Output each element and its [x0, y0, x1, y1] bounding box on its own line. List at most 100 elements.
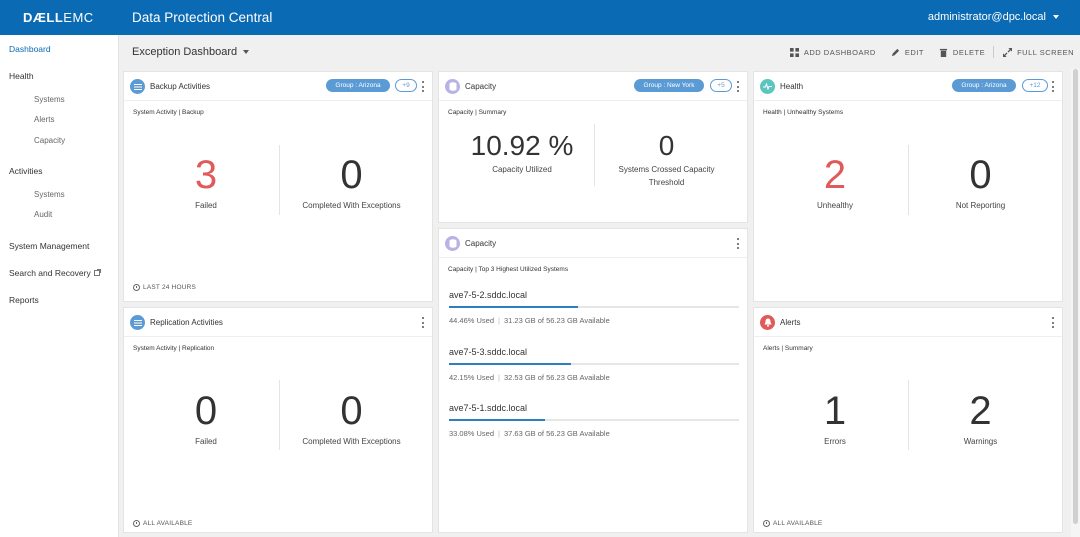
divider — [279, 145, 280, 215]
add-dashboard-button[interactable]: ADD DASHBOARD — [789, 47, 876, 57]
card-header: Replication Activities — [124, 308, 432, 337]
kebab-menu-icon[interactable] — [1051, 317, 1055, 328]
sidebar-item-activities-audit[interactable]: Audit — [34, 210, 52, 219]
delete-label: DELETE — [952, 47, 986, 57]
capacity-utilized-metric: 10.92 % Capacity Utilized — [457, 132, 587, 175]
metric-value: 0 — [658, 130, 675, 161]
pencil-icon — [891, 48, 899, 56]
card-subtitle: Health | Unhealthy Systems — [763, 109, 844, 116]
card-title: Capacity — [465, 82, 497, 91]
divider — [908, 380, 909, 450]
group-filter-pill[interactable]: Group : New York — [634, 79, 704, 92]
usage-bar-fill — [449, 363, 572, 365]
sidebar-item-system-management[interactable]: System Management — [9, 241, 89, 251]
list-item[interactable]: ave7-5-2.sddc.local 44.46% Used | 31.23 GB… — [449, 290, 739, 325]
more-groups-pill[interactable]: +12 — [1022, 79, 1048, 92]
system-name: ave7-5-1.sddc.local — [449, 403, 528, 413]
more-groups-pill[interactable]: +9 — [395, 79, 417, 92]
kebab-menu-icon[interactable] — [1051, 81, 1055, 92]
available-space: 37.63 GB of 56.23 GB Available — [503, 429, 610, 438]
system-name: ave7-5-3.sddc.local — [449, 347, 528, 357]
sidebar-item-reports[interactable]: Reports — [9, 295, 39, 305]
edit-button[interactable]: EDIT — [891, 48, 924, 57]
metric-label-line2: Threshold — [648, 178, 685, 187]
kebab-menu-icon[interactable] — [736, 81, 740, 92]
unhealthy-metric: 2 Unhealthy — [785, 155, 885, 210]
time-range: ALL AVAILABLE — [133, 520, 192, 527]
usage-bar — [449, 419, 739, 421]
sidebar-item-health-capacity[interactable]: Capacity — [34, 136, 65, 145]
card-header: Capacity Group : New York +5 — [439, 72, 747, 101]
sidebar-item-search-recovery[interactable]: Search and Recovery — [9, 268, 101, 278]
capacity-summary-card: Capacity Group : New York +5 Capacity | … — [438, 71, 748, 223]
metric-label: Warnings — [963, 437, 998, 446]
more-groups-pill[interactable]: +5 — [710, 79, 732, 92]
threshold-metric: 0 Systems Crossed Capacity Threshold — [604, 130, 729, 188]
metric-label: Errors — [824, 437, 846, 446]
sidebar-item-label: Search and Recovery — [9, 268, 91, 278]
database-icon — [445, 236, 460, 251]
delete-button[interactable]: DELETE — [939, 48, 985, 57]
kebab-menu-icon[interactable] — [736, 238, 740, 249]
sidebar-item-activities[interactable]: Activities — [9, 166, 43, 176]
card-header: Backup Activities Group : Arizona +9 — [124, 72, 432, 101]
kebab-menu-icon[interactable] — [421, 317, 425, 328]
full-screen-button[interactable]: FULL SCREEN — [1003, 47, 1074, 57]
dashboard-selector[interactable]: Exception Dashboard — [132, 46, 250, 58]
user-menu[interactable]: administrator@dpc.local — [928, 11, 1059, 23]
usage-bar — [449, 306, 739, 308]
errors-metric: 1 Errors — [785, 391, 885, 446]
list-item[interactable]: ave7-5-3.sddc.local 42.15% Used | 32.53 GB… — [449, 347, 739, 382]
metric-label: Completed With Exceptions — [302, 201, 401, 210]
alerts-card: Alerts Alerts | Summary 1 Errors 2 Warni… — [753, 307, 1063, 533]
clock-icon — [133, 520, 140, 527]
metric-value: 2 — [969, 389, 992, 433]
metric-label: Unhealthy — [816, 201, 854, 210]
replication-activities-card: Replication Activities System Activity |… — [123, 307, 433, 533]
usage-details: 33.08% Used | 37.63 GB of 56.23 GB Availab… — [449, 429, 610, 438]
dashboard-header: Exception Dashboard ADD DASHBOARD EDIT D… — [119, 35, 1080, 69]
sidebar-item-health[interactable]: Health — [9, 71, 34, 81]
external-link-icon — [93, 269, 101, 276]
divider — [908, 145, 909, 215]
metric-value: 0 — [969, 153, 992, 197]
group-filter-pill[interactable]: Group : Arizona — [326, 79, 390, 92]
capacity-top-systems-card: Capacity Capacity | Top 3 Highest Utiliz… — [438, 228, 748, 533]
time-range-label: LAST 24 HOURS — [143, 284, 197, 291]
metric-label: Capacity Utilized — [492, 165, 552, 174]
scrollbar-thumb[interactable] — [1073, 69, 1078, 524]
database-icon — [445, 79, 460, 94]
card-subtitle: Capacity | Top 3 Highest Utilized System… — [448, 266, 569, 273]
expand-icon — [1003, 47, 1013, 57]
available-space: 32.53 GB of 56.23 GB Available — [503, 373, 610, 382]
metric-value: 0 — [340, 389, 363, 433]
metric-value: 0 — [340, 153, 363, 197]
sidebar-item-health-systems[interactable]: Systems — [34, 95, 65, 104]
sidebar-item-activities-systems[interactable]: Systems — [34, 190, 65, 199]
usage-details: 42.15% Used | 32.53 GB of 56.23 GB Availab… — [449, 373, 610, 382]
bell-icon — [760, 315, 775, 330]
usage-bar-fill — [449, 419, 545, 421]
used-percent: 44.46% Used — [449, 316, 495, 325]
card-title: Backup Activities — [150, 82, 211, 91]
group-filter-pill[interactable]: Group : Arizona — [952, 79, 1016, 92]
page-title: Exception Dashboard — [132, 46, 238, 58]
card-subtitle: Capacity | Summary — [448, 109, 507, 116]
brand-logo: DÆLLEMC — [23, 10, 94, 25]
grid-icon — [789, 47, 799, 57]
kebab-menu-icon[interactable] — [421, 81, 425, 92]
scrollbar[interactable] — [1071, 69, 1080, 537]
used-percent: 42.15% Used — [449, 373, 495, 382]
warnings-metric: 2 Warnings — [918, 391, 1043, 446]
list-item[interactable]: ave7-5-1.sddc.local 33.08% Used | 37.63 GB… — [449, 403, 739, 438]
usage-details: 44.46% Used | 31.23 GB of 56.23 GB Availab… — [449, 316, 610, 325]
card-header: Health Group : Arizona +12 — [754, 72, 1062, 101]
card-subtitle: System Activity | Replication — [133, 345, 215, 352]
card-header: Alerts — [754, 308, 1062, 337]
metric-label: Completed With Exceptions — [302, 437, 401, 446]
sidebar-item-health-alerts[interactable]: Alerts — [34, 115, 54, 124]
metric-value: 3 — [194, 153, 218, 197]
failed-metric: 3 Failed — [156, 155, 256, 210]
metric-value: 1 — [823, 389, 847, 433]
sidebar-item-dashboard[interactable]: Dashboard — [9, 44, 51, 54]
